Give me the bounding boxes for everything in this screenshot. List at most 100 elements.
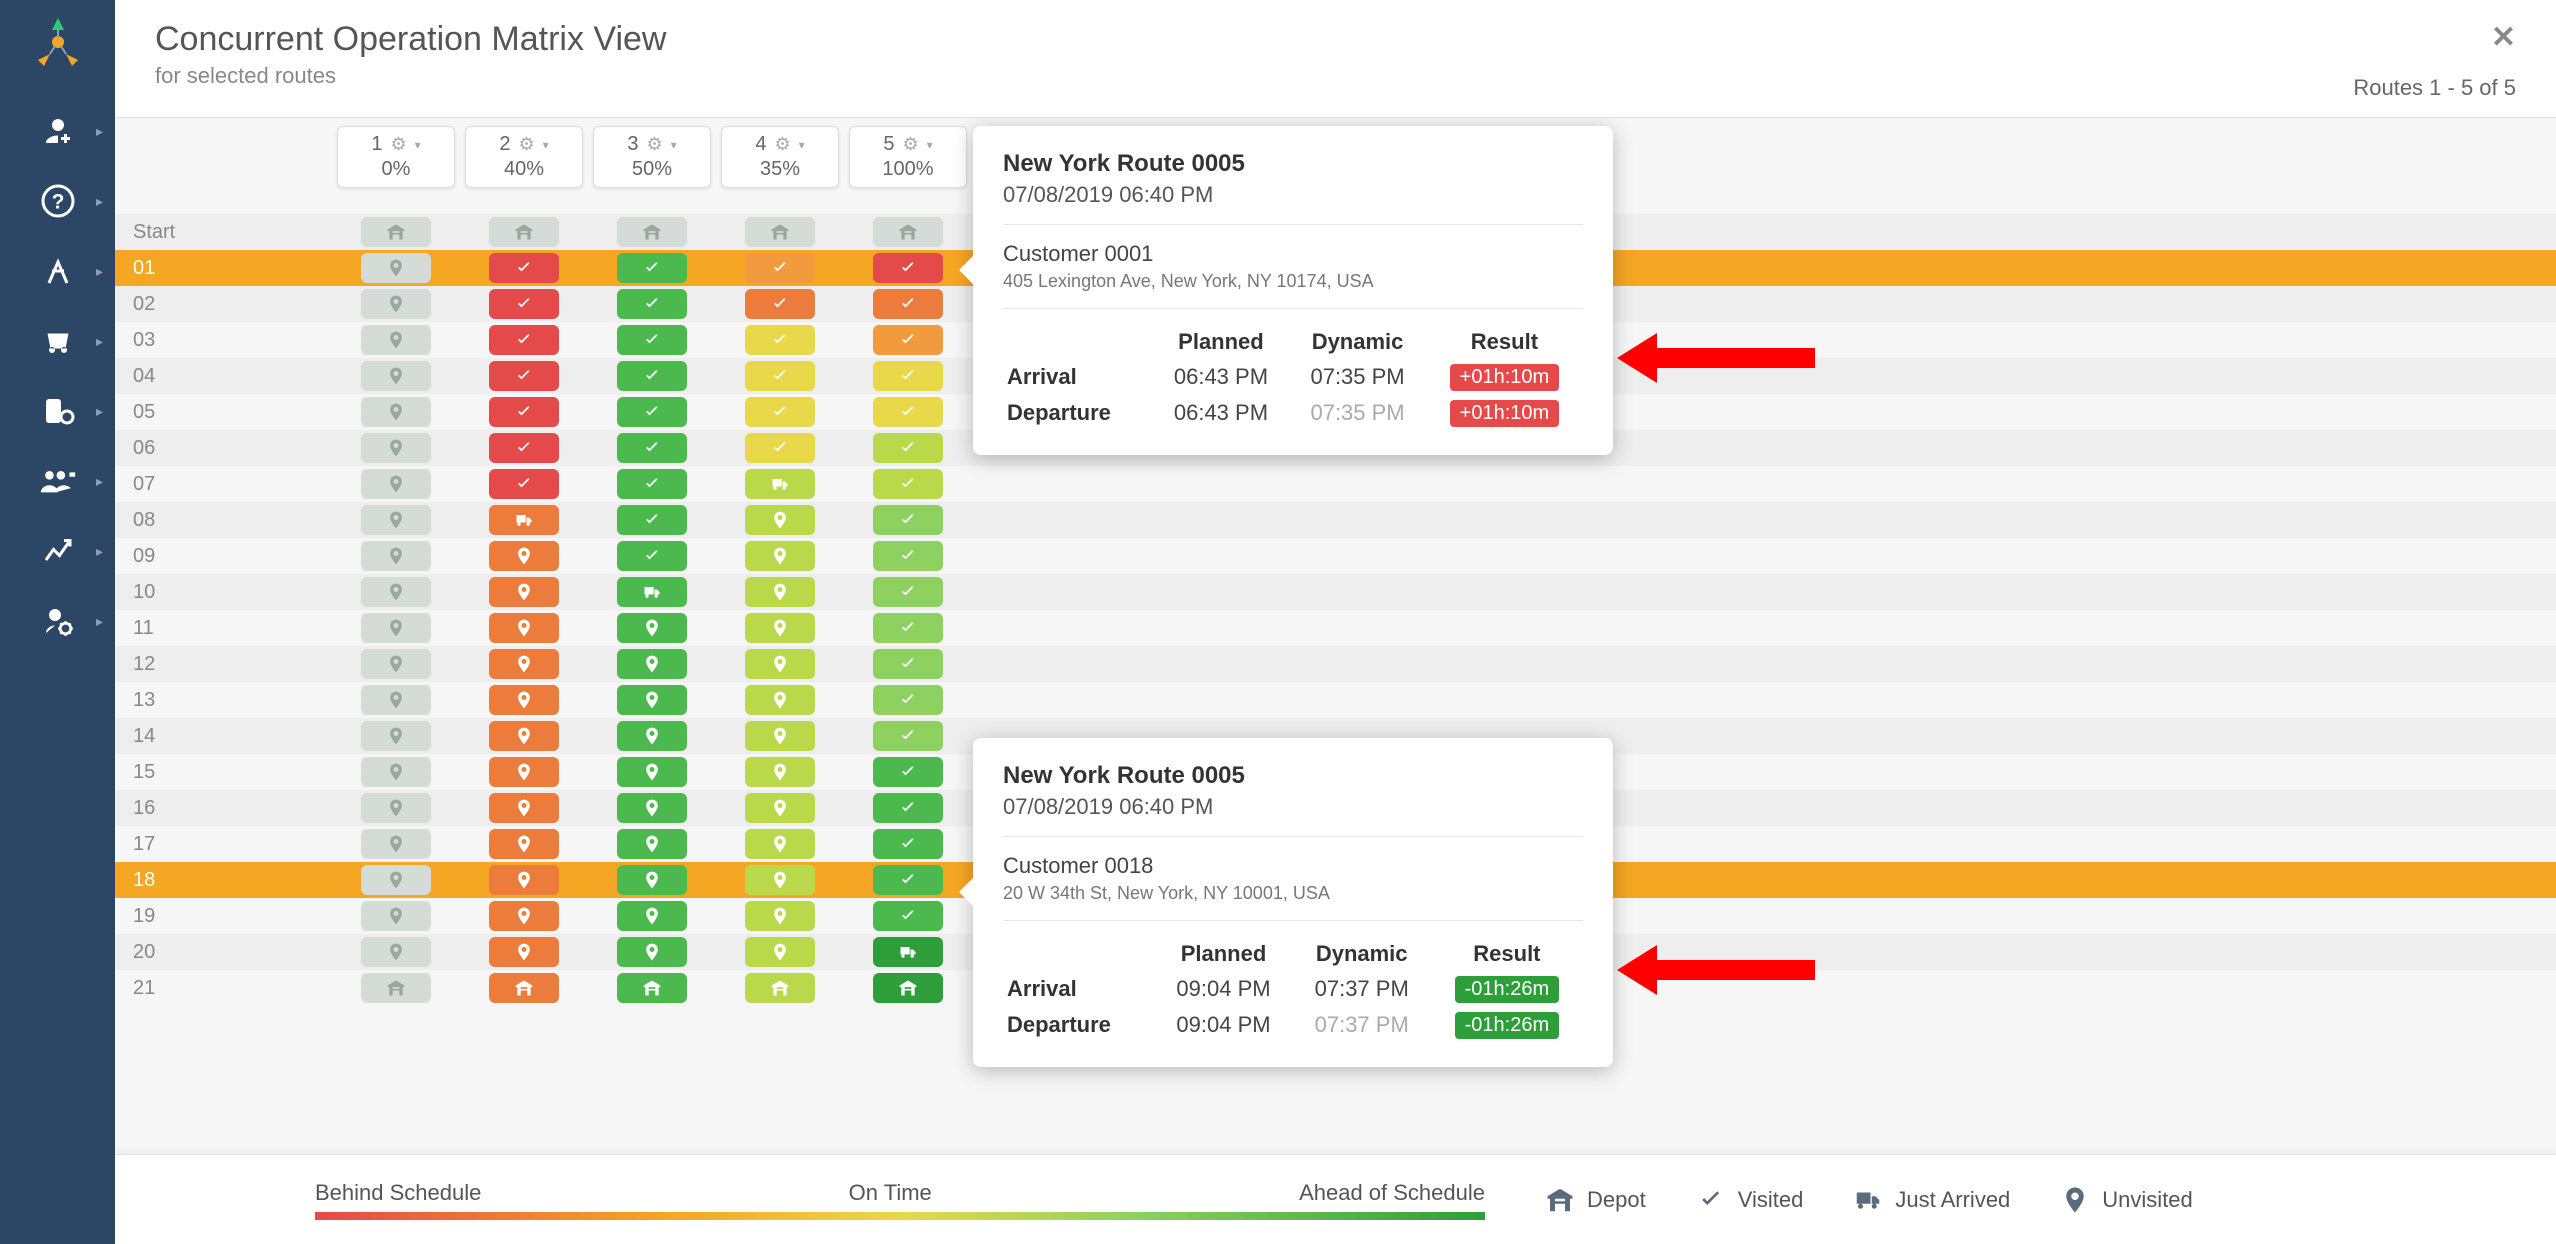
close-icon[interactable]: ✕ [2353, 20, 2516, 55]
status-pill-check[interactable] [617, 469, 687, 499]
status-pill-pin[interactable] [489, 613, 559, 643]
status-pill-check[interactable] [489, 289, 559, 319]
status-pill-pin[interactable] [361, 865, 431, 895]
status-pill-check[interactable] [617, 505, 687, 535]
sidebar-item-help[interactable]: ?▸ [0, 166, 115, 236]
status-pill-pin[interactable] [489, 577, 559, 607]
chevron-down-icon[interactable]: ▾ [543, 138, 549, 152]
status-pill-pin[interactable] [361, 325, 431, 355]
status-pill-pin[interactable] [361, 541, 431, 571]
status-pill-pin[interactable] [617, 901, 687, 931]
sidebar-item-team[interactable]: ▸ [0, 446, 115, 516]
status-pill-check[interactable] [617, 253, 687, 283]
status-pill-pin[interactable] [745, 721, 815, 751]
status-pill-check[interactable] [873, 505, 943, 535]
status-pill-check[interactable] [617, 325, 687, 355]
status-pill-pin[interactable] [745, 685, 815, 715]
status-pill-check[interactable] [873, 361, 943, 391]
status-pill-pin[interactable] [361, 685, 431, 715]
chevron-down-icon[interactable]: ▾ [671, 138, 677, 152]
status-pill-pin[interactable] [489, 757, 559, 787]
status-pill-pin[interactable] [361, 397, 431, 427]
status-pill-check[interactable] [873, 253, 943, 283]
status-pill-pin[interactable] [617, 937, 687, 967]
status-pill-check[interactable] [873, 901, 943, 931]
status-pill-pin[interactable] [745, 757, 815, 787]
status-pill-pin[interactable] [361, 901, 431, 931]
status-pill-pin[interactable] [361, 289, 431, 319]
gear-icon[interactable]: ⚙ [902, 134, 918, 155]
status-pill-pin[interactable] [361, 361, 431, 391]
status-pill-pin[interactable] [361, 577, 431, 607]
status-pill-check[interactable] [489, 397, 559, 427]
status-pill-check[interactable] [745, 397, 815, 427]
status-pill-pin[interactable] [489, 901, 559, 931]
status-pill-pin[interactable] [745, 937, 815, 967]
status-pill-check[interactable] [745, 289, 815, 319]
status-pill-truck[interactable] [617, 577, 687, 607]
chevron-down-icon[interactable]: ▾ [415, 138, 421, 152]
status-pill-pin[interactable] [361, 253, 431, 283]
column-header-4[interactable]: 4⚙▾35% [721, 126, 839, 188]
gear-icon[interactable]: ⚙ [390, 134, 406, 155]
status-pill-check[interactable] [745, 253, 815, 283]
status-pill-check[interactable] [873, 325, 943, 355]
gear-icon[interactable]: ⚙ [774, 134, 790, 155]
status-pill-depot[interactable] [361, 973, 431, 1003]
status-pill-truck[interactable] [873, 937, 943, 967]
status-pill-pin[interactable] [489, 793, 559, 823]
status-pill-pin[interactable] [745, 901, 815, 931]
status-pill-check[interactable] [873, 757, 943, 787]
status-pill-check[interactable] [489, 361, 559, 391]
gear-icon[interactable]: ⚙ [646, 134, 662, 155]
status-pill-check[interactable] [873, 865, 943, 895]
column-header-5[interactable]: 5⚙▾100% [849, 126, 967, 188]
status-pill-pin[interactable] [361, 829, 431, 859]
status-pill-check[interactable] [873, 685, 943, 715]
status-pill-pin[interactable] [617, 865, 687, 895]
status-pill-pin[interactable] [361, 649, 431, 679]
status-pill-depot[interactable] [873, 973, 943, 1003]
status-pill-pin[interactable] [617, 685, 687, 715]
status-pill-check[interactable] [617, 541, 687, 571]
status-pill-pin[interactable] [489, 865, 559, 895]
status-pill-check[interactable] [745, 361, 815, 391]
column-header-3[interactable]: 3⚙▾50% [593, 126, 711, 188]
status-pill-depot[interactable] [745, 973, 815, 1003]
status-pill-pin[interactable] [489, 721, 559, 751]
status-pill-pin[interactable] [745, 793, 815, 823]
status-pill-pin[interactable] [617, 793, 687, 823]
status-pill-pin[interactable] [745, 505, 815, 535]
status-pill-check[interactable] [745, 433, 815, 463]
sidebar-item-routes[interactable]: ▸ [0, 236, 115, 306]
status-pill-check[interactable] [873, 613, 943, 643]
status-pill-pin[interactable] [489, 541, 559, 571]
status-pill-pin[interactable] [617, 829, 687, 859]
status-pill-depot[interactable] [617, 217, 687, 247]
status-pill-pin[interactable] [489, 649, 559, 679]
sidebar-item-orders[interactable]: ▸ [0, 306, 115, 376]
gear-icon[interactable]: ⚙ [518, 134, 534, 155]
status-pill-check[interactable] [489, 469, 559, 499]
status-pill-pin[interactable] [617, 721, 687, 751]
status-pill-depot[interactable] [873, 217, 943, 247]
status-pill-pin[interactable] [361, 433, 431, 463]
status-pill-pin[interactable] [745, 865, 815, 895]
sidebar-item-add-user[interactable]: ▸ [0, 96, 115, 166]
chevron-down-icon[interactable]: ▾ [927, 138, 933, 152]
status-pill-check[interactable] [745, 325, 815, 355]
status-pill-check[interactable] [873, 541, 943, 571]
column-header-1[interactable]: 1⚙▾0% [337, 126, 455, 188]
status-pill-pin[interactable] [361, 721, 431, 751]
status-pill-check[interactable] [489, 325, 559, 355]
status-pill-check[interactable] [873, 577, 943, 607]
status-pill-check[interactable] [617, 433, 687, 463]
status-pill-check[interactable] [873, 829, 943, 859]
chevron-down-icon[interactable]: ▾ [799, 138, 805, 152]
status-pill-check[interactable] [873, 469, 943, 499]
status-pill-depot[interactable] [489, 973, 559, 1003]
status-pill-pin[interactable] [361, 757, 431, 787]
status-pill-pin[interactable] [489, 685, 559, 715]
status-pill-pin[interactable] [745, 577, 815, 607]
sidebar-item-addresses[interactable]: ▸ [0, 376, 115, 446]
